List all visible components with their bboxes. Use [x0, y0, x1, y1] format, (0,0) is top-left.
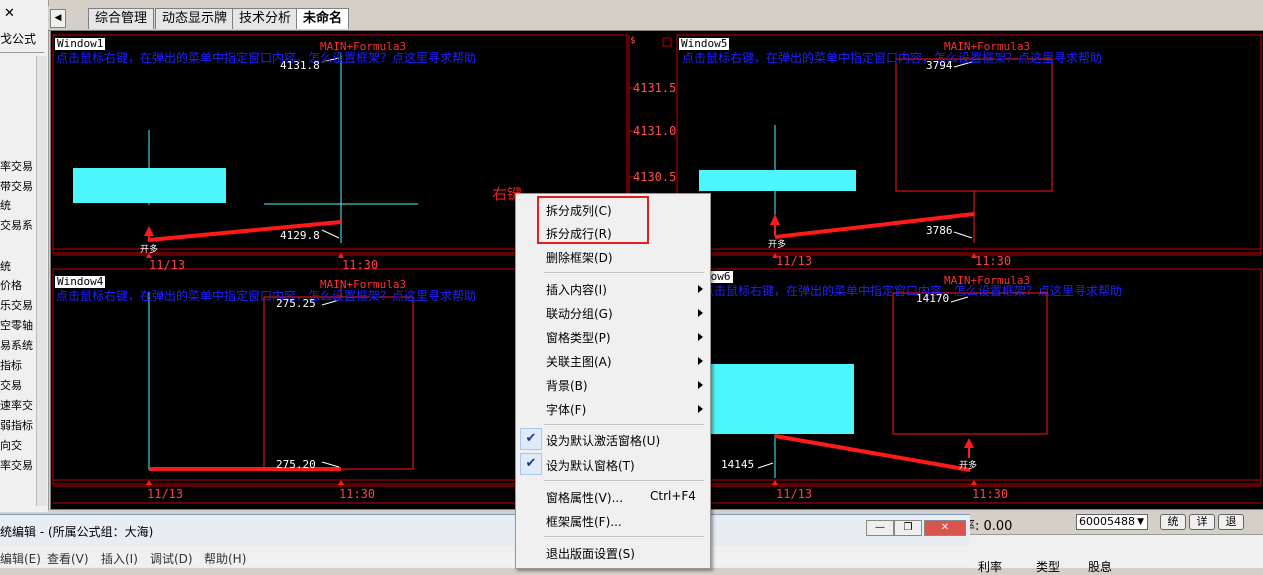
menu-help[interactable]: 帮助(H) [204, 550, 246, 567]
menu-item-background[interactable]: 背景(B) [546, 377, 588, 394]
divider [544, 480, 704, 481]
menu-item-pane-type[interactable]: 窗格类型(P) [546, 329, 611, 346]
y-tick: 4130.5 [633, 170, 677, 184]
trade-label: 开多 [959, 461, 978, 471]
help-hint-link[interactable]: 点击鼠标右键，在弹出的菜单中指定窗口内容，怎么设置框架？点这里寻求帮助 [702, 282, 1122, 299]
trade-label: 开多 [140, 245, 159, 255]
high-price: 275.25 [276, 297, 316, 310]
high-price: 14170 [916, 292, 950, 305]
minimize-icon[interactable]: — [866, 520, 894, 536]
bottom-table-header: 利率 类型 股息 [970, 534, 1263, 574]
chevron-down-icon: ▼ [1137, 517, 1144, 527]
menu-item-default-pane[interactable]: 设为默认窗格(T) [546, 457, 635, 474]
menu-item-default-active-pane[interactable]: 设为默认激活窗格(U) [546, 432, 660, 449]
shortcut-label: Ctrl+F4 [650, 489, 696, 503]
time-label: 11:30 [972, 487, 1009, 501]
low-price: 14145 [721, 458, 755, 471]
help-hint-link[interactable]: 点击鼠标右键，在弹出的菜单中指定窗口内容，怎么设置框架？点这里寻求帮助 [56, 49, 476, 66]
date-label: 11/13 [147, 487, 184, 501]
menu-item-insert-content[interactable]: 插入内容(I) [546, 281, 607, 298]
date-label: 11/13 [776, 487, 813, 501]
date-label: 11/13 [149, 258, 186, 272]
menu-edit[interactable]: 编辑(E) [0, 550, 41, 567]
close-icon[interactable]: ✕ [924, 520, 966, 536]
date-label: 11/13 [776, 254, 813, 268]
menu-item-exit-layout[interactable]: 退出版面设置(S) [546, 545, 635, 562]
annotation-highlight-box [537, 196, 649, 244]
status-button[interactable]: 统 [1160, 514, 1186, 530]
trade-label: 开多 [768, 240, 787, 250]
chevron-right-icon [698, 357, 703, 365]
time-label: 11:30 [975, 254, 1012, 268]
high-price: 4131.8 [280, 59, 320, 72]
menu-item-delete-frame[interactable]: 删除框架(D) [546, 249, 613, 266]
time-label: 11:30 [339, 487, 376, 501]
exit-button[interactable]: 退 [1218, 514, 1244, 530]
chevron-right-icon [698, 405, 703, 413]
trend-line [774, 434, 971, 472]
menu-insert[interactable]: 插入(I) [101, 550, 138, 567]
menu-item-link-main-chart[interactable]: 关联主图(A) [546, 353, 612, 370]
maximize-icon [662, 37, 672, 47]
high-price: 3794 [926, 59, 953, 72]
low-price: 3786 [926, 224, 953, 237]
help-hint-link[interactable]: 点击鼠标右键，在弹出的菜单中指定窗口内容，怎么设置框架？点这里寻求帮助 [682, 49, 1102, 66]
menu-item-link-group[interactable]: 联动分组(G) [546, 305, 613, 322]
axis-currency-icon: $ [630, 36, 636, 46]
chevron-right-icon [698, 285, 703, 293]
candle [73, 168, 226, 203]
account-select[interactable]: 60005488 ▼ [1076, 514, 1148, 530]
candle [700, 364, 854, 434]
divider [544, 424, 704, 425]
y-tick: 4131.5 [633, 81, 677, 95]
chevron-right-icon [698, 333, 703, 341]
divider [544, 272, 704, 273]
editor-menubar: 编辑(E) 查看(V) 插入(I) 调试(D) 帮助(H) [0, 546, 970, 567]
chevron-right-icon [698, 381, 703, 389]
checkmark-icon: ✔ [520, 428, 542, 450]
time-label: 11:30 [342, 258, 379, 272]
menu-debug[interactable]: 调试(D) [150, 550, 193, 567]
y-tick: 4131.0 [633, 124, 677, 138]
low-price: 275.20 [276, 458, 316, 471]
checkmark-icon: ✔ [520, 453, 542, 475]
help-hint-link[interactable]: 点击鼠标右键，在弹出的菜单中指定窗口内容，怎么设置框架？点这里寻求帮助 [56, 287, 476, 304]
editor-title: 统编辑 - (所属公式组：大海) [0, 525, 154, 539]
detail-button[interactable]: 详 [1189, 514, 1215, 530]
chevron-right-icon [698, 309, 703, 317]
menu-item-font[interactable]: 字体(F) [546, 401, 586, 418]
menu-item-pane-properties[interactable]: 窗格属性(V)... [546, 489, 623, 506]
context-menu: 拆分成列(C) 拆分成行(R) 删除框架(D) 插入内容(I) 联动分组(G) … [515, 193, 711, 569]
menu-view[interactable]: 查看(V) [47, 550, 89, 567]
divider [544, 536, 704, 537]
restore-icon[interactable]: ❐ [894, 520, 922, 536]
menu-item-frame-properties[interactable]: 框架属性(F)... [546, 513, 622, 530]
window5-frame [676, 34, 1262, 254]
candle [699, 170, 856, 191]
low-price: 4129.8 [280, 229, 320, 242]
account-select-value: 60005488 [1079, 515, 1135, 528]
